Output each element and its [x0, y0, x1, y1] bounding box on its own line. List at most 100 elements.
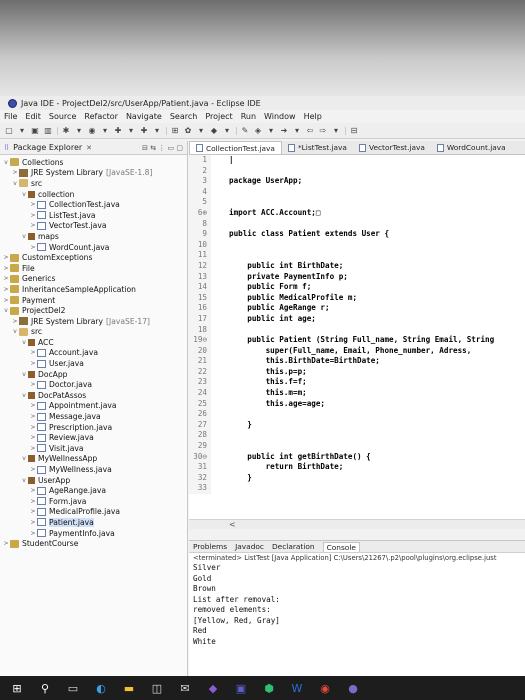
collapsed-arrow-icon[interactable]: > — [29, 445, 37, 452]
menu-refactor[interactable]: Refactor — [84, 112, 118, 121]
menu-help[interactable]: Help — [304, 112, 322, 121]
tree-item[interactable]: > JRE System Library [JavaSE-1.8] — [0, 168, 187, 179]
toolbar-button[interactable]: ▾ — [74, 125, 84, 137]
toolbar-button[interactable]: ▾ — [292, 125, 302, 137]
toolbar-button[interactable]: ▾ — [17, 125, 27, 137]
tree-item[interactable]: v ACC — [0, 337, 187, 348]
collapsed-arrow-icon[interactable]: > — [29, 201, 37, 208]
toolbar-button[interactable]: ⊟ — [349, 125, 359, 137]
expanded-arrow-icon[interactable]: v — [20, 233, 28, 240]
expanded-arrow-icon[interactable]: v — [11, 328, 19, 335]
menu-file[interactable]: File — [4, 112, 17, 121]
collapsed-arrow-icon[interactable]: > — [29, 244, 37, 251]
tree-item[interactable]: > MedicalProfile.java — [0, 507, 187, 518]
toolbar-button[interactable]: ⇨ — [318, 125, 328, 137]
tree-item[interactable]: > WordCount.java — [0, 242, 187, 253]
collapsed-arrow-icon[interactable]: > — [29, 530, 37, 537]
collapsed-arrow-icon[interactable]: > — [29, 508, 37, 515]
toolbar-button[interactable]: ◉ — [87, 125, 97, 137]
tree-item[interactable]: > Appointment.java — [0, 401, 187, 412]
tree-item[interactable]: v DocApp — [0, 369, 187, 380]
tree-item[interactable]: v collection — [0, 189, 187, 200]
tree-item[interactable]: > Payment — [0, 295, 187, 306]
menu-window[interactable]: Window — [264, 112, 296, 121]
collapsed-arrow-icon[interactable]: > — [29, 360, 37, 367]
toolbar-button[interactable]: ➜ — [279, 125, 289, 137]
expanded-arrow-icon[interactable]: v — [2, 159, 10, 166]
toolbar-button[interactable]: ◈ — [253, 125, 263, 137]
toolbar-button[interactable]: ⇦ — [305, 125, 315, 137]
menu-source[interactable]: Source — [49, 112, 76, 121]
editor-tab[interactable]: WordCount.java — [431, 141, 512, 154]
toolbar-button[interactable]: ▾ — [266, 125, 276, 137]
toolbar-button[interactable]: ✚ — [139, 125, 149, 137]
tree-item[interactable]: > Prescription.java — [0, 422, 187, 433]
collapsed-arrow-icon[interactable]: > — [2, 286, 10, 293]
editor-tab[interactable]: *ListTest.java — [282, 141, 353, 154]
expanded-arrow-icon[interactable]: v — [20, 392, 28, 399]
collapsed-arrow-icon[interactable]: > — [29, 466, 37, 473]
store-icon[interactable]: ◫ — [150, 681, 164, 695]
tree-item[interactable]: v UserApp — [0, 475, 187, 486]
collapsed-arrow-icon[interactable]: > — [2, 265, 10, 272]
menu-project[interactable]: Project — [205, 112, 232, 121]
edge-browser-icon[interactable]: ◐ — [94, 681, 108, 695]
windows-start-icon[interactable]: ⊞ — [10, 681, 24, 695]
collapsed-arrow-icon[interactable]: > — [2, 540, 10, 547]
tree-item[interactable]: v maps — [0, 231, 187, 242]
collapsed-arrow-icon[interactable]: > — [29, 434, 37, 441]
view-controls[interactable]: ⊟ ⇆ ⋮ ▭ ▢ — [142, 144, 187, 152]
tree-item[interactable]: > AgeRange.java — [0, 485, 187, 496]
tree-item[interactable]: > Message.java — [0, 411, 187, 422]
collapsed-arrow-icon[interactable]: > — [11, 318, 19, 325]
collapsed-arrow-icon[interactable]: > — [29, 212, 37, 219]
console-tab-problems[interactable]: Problems — [193, 542, 227, 551]
tree-item[interactable]: > Account.java — [0, 348, 187, 359]
tree-item[interactable]: > CollectionTest.java — [0, 199, 187, 210]
menu-run[interactable]: Run — [241, 112, 256, 121]
collapsed-arrow-icon[interactable]: > — [29, 519, 37, 526]
toolbar-button[interactable]: ▾ — [100, 125, 110, 137]
tree-item[interactable]: > MyWellness.java — [0, 464, 187, 475]
tree-item[interactable]: v Collections — [0, 157, 187, 168]
collapsed-arrow-icon[interactable]: > — [2, 254, 10, 261]
tree-item[interactable]: > CustomExceptions — [0, 252, 187, 263]
tree-item[interactable]: > Doctor.java — [0, 379, 187, 390]
toolbar-button[interactable]: ✿ — [183, 125, 193, 137]
toolbar-button[interactable]: ▾ — [222, 125, 232, 137]
tree-item[interactable]: > StudentCourse — [0, 538, 187, 549]
tree-item[interactable]: > InheritanceSampleApplication — [0, 284, 187, 295]
expanded-arrow-icon[interactable]: v — [20, 455, 28, 462]
expanded-arrow-icon[interactable]: v — [2, 307, 10, 314]
tree-item[interactable]: > File — [0, 263, 187, 274]
tree-item[interactable]: > Form.java — [0, 496, 187, 507]
collapsed-arrow-icon[interactable]: > — [29, 349, 37, 356]
tree-item[interactable]: > User.java — [0, 358, 187, 369]
console-tab-declaration[interactable]: Declaration — [272, 542, 315, 551]
tree-item[interactable]: > Generics — [0, 274, 187, 285]
tree-item[interactable]: > Patient.java — [0, 517, 187, 528]
expanded-arrow-icon[interactable]: v — [20, 477, 28, 484]
tree-item[interactable]: v MyWellnessApp — [0, 454, 187, 465]
toolbar-button[interactable]: ▣ — [30, 125, 40, 137]
tree-item[interactable]: v ProjectDel2 — [0, 305, 187, 316]
visual-studio-icon[interactable]: ◆ — [206, 681, 220, 695]
tree-item[interactable]: > Review.java — [0, 432, 187, 443]
horizontal-scrollbar[interactable]: < — [189, 519, 525, 529]
collapsed-arrow-icon[interactable]: > — [11, 169, 19, 176]
collapsed-arrow-icon[interactable]: > — [29, 424, 37, 431]
teams-icon[interactable]: ▣ — [234, 681, 248, 695]
collapsed-arrow-icon[interactable]: > — [2, 297, 10, 304]
toolbar-button[interactable]: ▾ — [152, 125, 162, 137]
menu-navigate[interactable]: Navigate — [126, 112, 162, 121]
package-explorer-title[interactable]: Package Explorer — [13, 143, 82, 152]
editor-tab[interactable]: VectorTest.java — [353, 141, 431, 154]
tree-item[interactable]: > VectorTest.java — [0, 221, 187, 232]
toolbar-button[interactable]: ▾ — [126, 125, 136, 137]
word-icon[interactable]: W — [290, 681, 304, 695]
toolbar-button[interactable]: ▾ — [331, 125, 341, 137]
code-area[interactable]: 123package UserApp;456⊕import ACC.Accoun… — [189, 155, 525, 494]
expanded-arrow-icon[interactable]: v — [11, 180, 19, 187]
console-tab-javadoc[interactable]: Javadoc — [235, 542, 264, 551]
file-explorer-icon[interactable]: ▬ — [122, 681, 136, 695]
